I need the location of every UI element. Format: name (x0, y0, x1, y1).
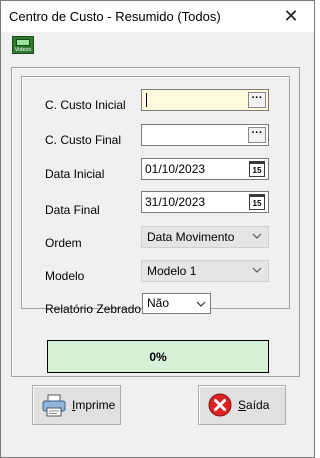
report-dialog: Centro de Custo - Resumido (Todos) ✕ Vid… (0, 0, 315, 458)
title-bar: Centro de Custo - Resumido (Todos) ✕ (1, 1, 314, 32)
chevron-down-icon (252, 267, 262, 273)
video-button[interactable]: Videos (12, 36, 34, 54)
custo-inicial-label: C. Custo Inicial (45, 98, 126, 112)
chevron-down-icon (252, 233, 262, 239)
video-button-label: Videos (14, 47, 32, 53)
data-inicial-value: 01/10/2023 (145, 162, 206, 176)
modelo-selected-value: Modelo 1 (147, 264, 197, 278)
calendar-icon-day: 15 (252, 199, 262, 208)
data-inicial-label: Data Inicial (45, 167, 105, 181)
ordem-selected-value: Data Movimento (147, 230, 235, 244)
text-caret (146, 93, 147, 107)
data-final-value: 31/10/2023 (145, 195, 206, 209)
data-final-label: Data Final (45, 203, 100, 217)
close-button[interactable]: ✕ (268, 1, 314, 32)
printer-icon (42, 394, 66, 417)
custo-final-lookup-button[interactable]: ··· (248, 127, 266, 143)
custo-inicial-input[interactable]: ··· (141, 89, 269, 111)
calendar-icon[interactable]: 15 (249, 161, 265, 177)
custo-inicial-lookup-button[interactable]: ··· (248, 92, 266, 108)
zebrado-selected-value: Não (147, 296, 170, 310)
window-title: Centro de Custo - Resumido (Todos) (9, 9, 221, 24)
chevron-down-icon (196, 301, 206, 307)
saida-button[interactable]: Saída (198, 385, 286, 425)
progress-text: 0% (149, 349, 167, 364)
modelo-select[interactable]: Modelo 1 (141, 260, 269, 282)
data-inicial-input[interactable]: 01/10/2023 15 (141, 158, 269, 180)
close-icon: ✕ (283, 6, 299, 26)
ordem-label: Ordem (45, 236, 82, 250)
imprime-label: Imprime (72, 398, 116, 412)
video-icon (16, 39, 30, 46)
imprime-button[interactable]: Imprime (32, 385, 121, 425)
custo-final-label: C. Custo Final (45, 133, 122, 147)
modelo-label: Modelo (45, 269, 85, 283)
ellipsis-icon: ··· (251, 127, 263, 139)
ellipsis-icon: ··· (251, 92, 263, 104)
data-final-input[interactable]: 31/10/2023 15 (141, 191, 269, 213)
saida-label: Saída (238, 398, 270, 412)
zebrado-label: Relatório Zebrado (45, 302, 142, 316)
custo-final-input[interactable]: ··· (141, 124, 269, 146)
calendar-icon[interactable]: 15 (249, 194, 265, 210)
zebrado-select[interactable]: Não (142, 293, 211, 314)
progress-bar: 0% (47, 340, 269, 373)
calendar-icon-day: 15 (252, 166, 262, 175)
close-icon (208, 393, 232, 417)
ordem-select[interactable]: Data Movimento (141, 226, 269, 248)
